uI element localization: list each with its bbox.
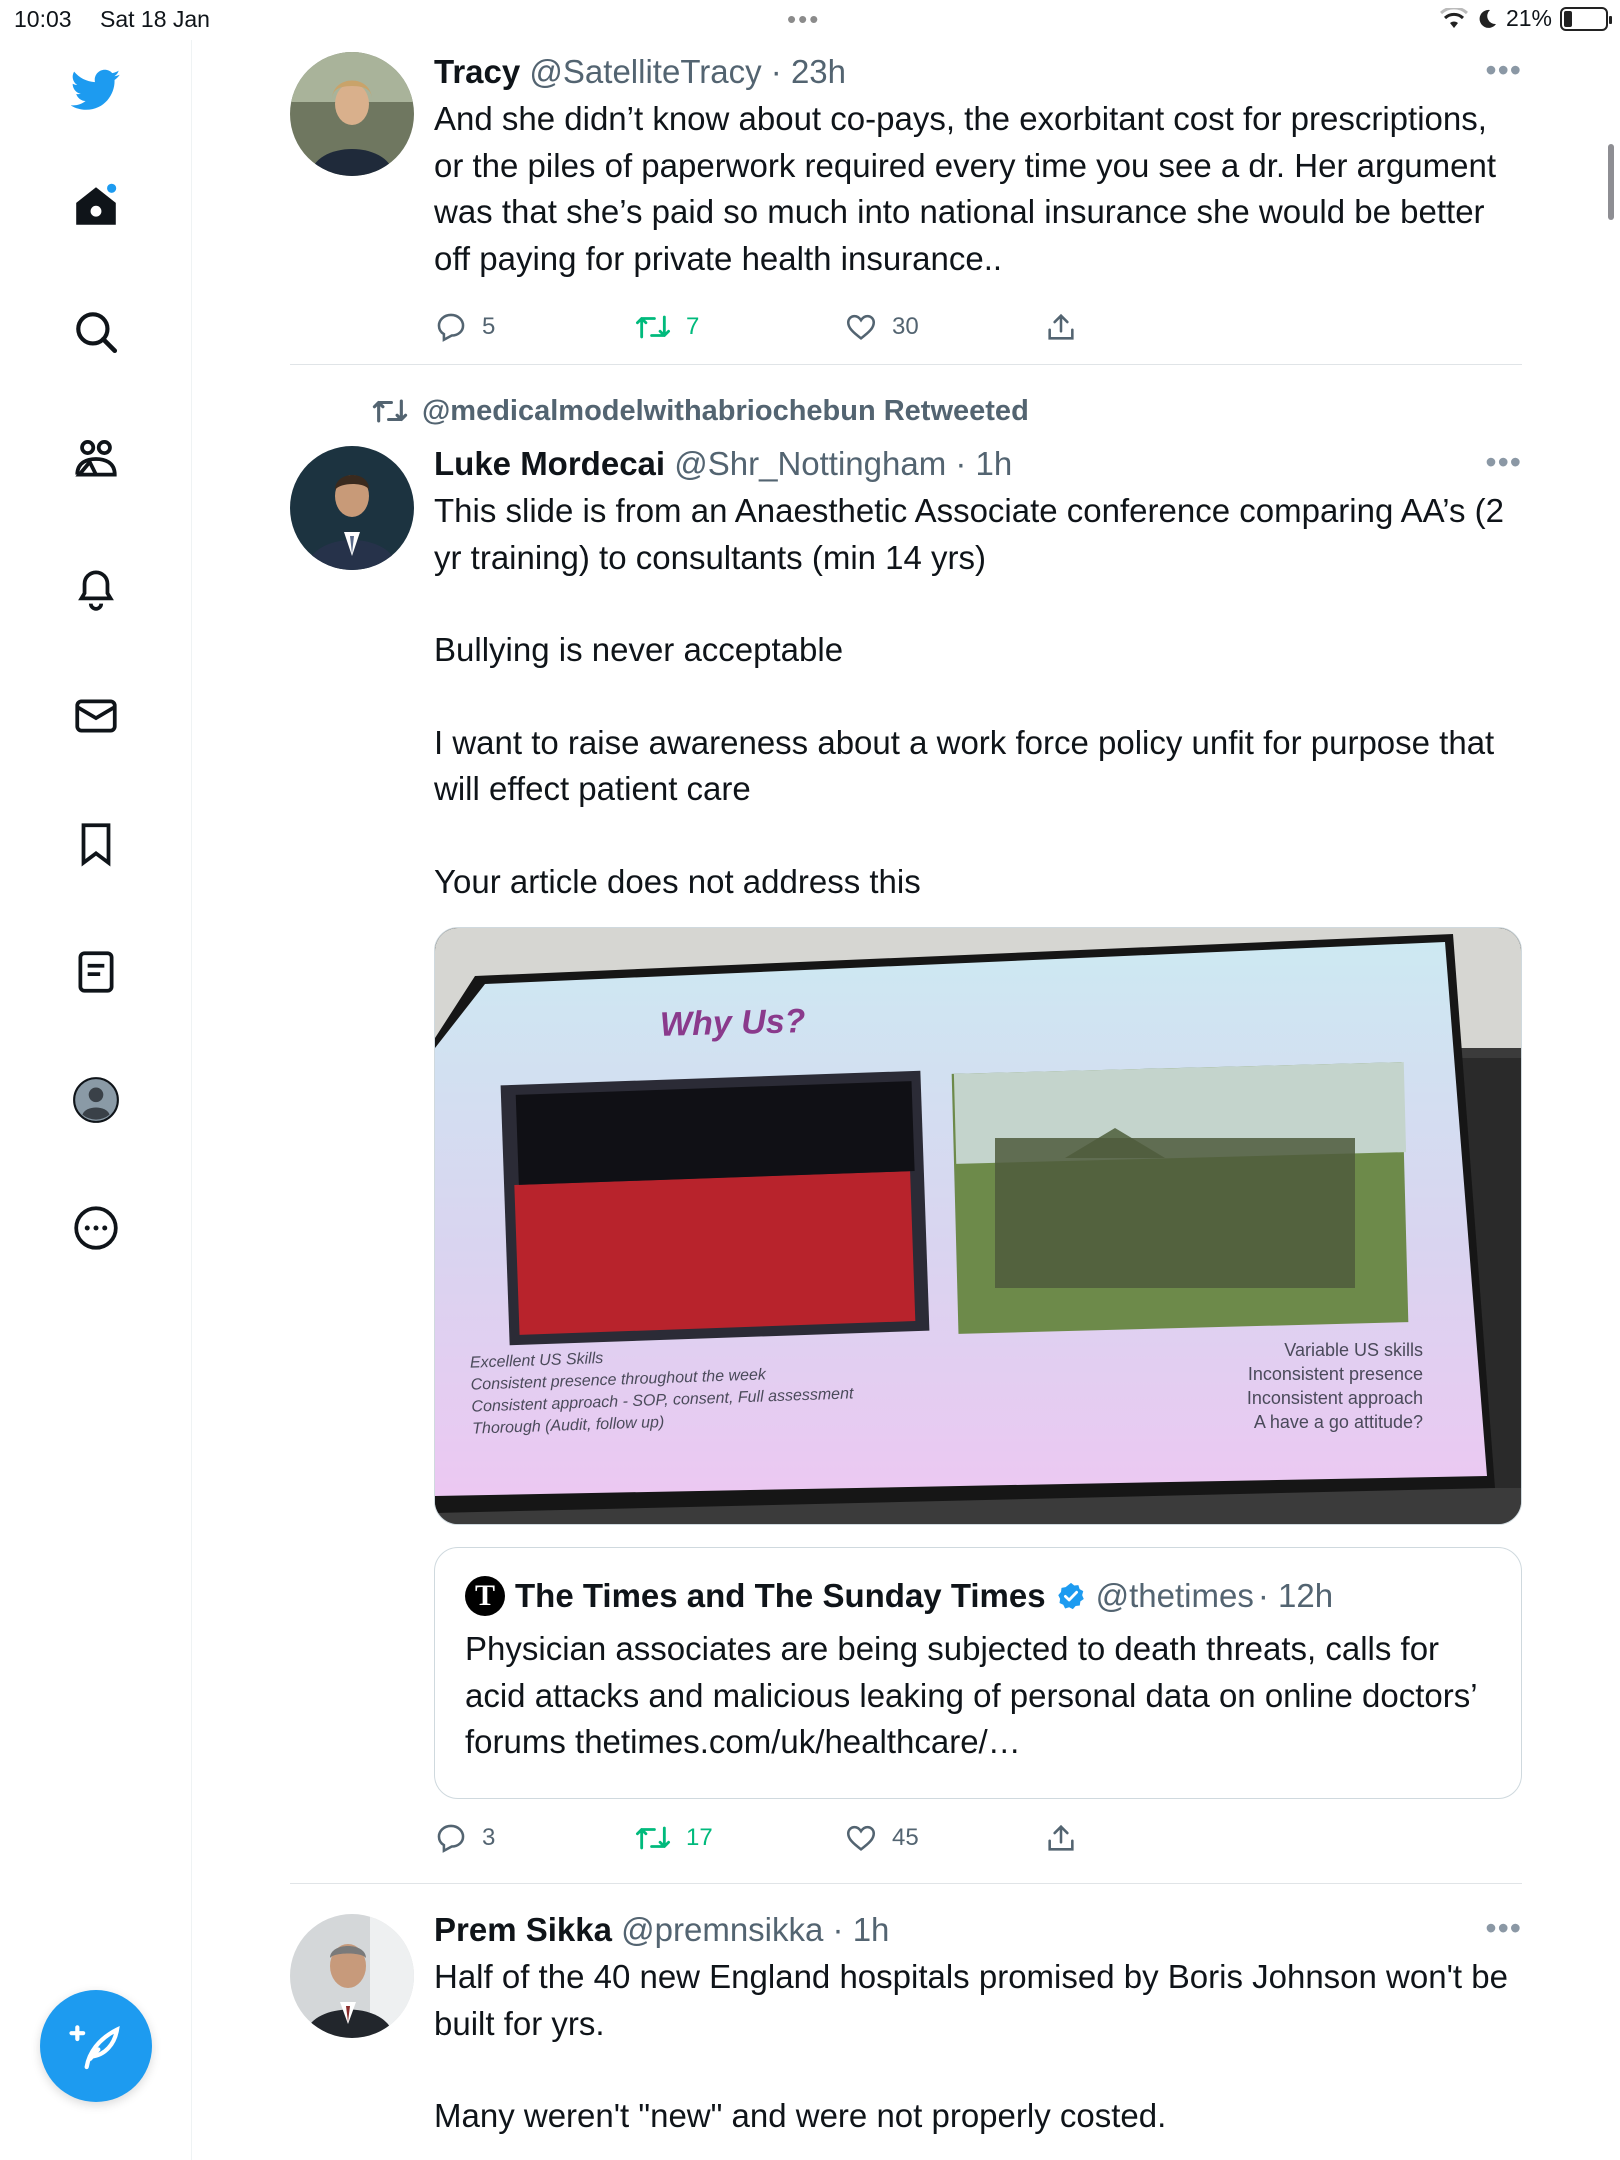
retweeted-by-line[interactable]: @medicalmodelwithabriochebun Retweeted bbox=[370, 394, 1029, 428]
tweet-paragraph: This slide is from an Anaesthetic Associ… bbox=[434, 492, 1504, 576]
communities-icon[interactable] bbox=[68, 432, 124, 488]
slide-caption-line: Inconsistent presence bbox=[1247, 1364, 1423, 1384]
divider bbox=[290, 1883, 1522, 1884]
divider bbox=[290, 364, 1522, 365]
retweet-count: 17 bbox=[686, 1824, 713, 1851]
quoted-author-handle: @thetimes bbox=[1095, 1577, 1254, 1614]
tweet-more-icon[interactable]: ••• bbox=[1485, 1910, 1522, 1947]
reply-button[interactable]: 3 bbox=[434, 1821, 495, 1855]
retweet-icon bbox=[636, 1826, 670, 1850]
tweet-actions: 5 7 30 bbox=[434, 310, 1522, 354]
tweet-paragraph: Bullying is never acceptable bbox=[434, 631, 844, 668]
quoted-tweet[interactable]: T The Times and The Sunday Times @thetim… bbox=[434, 1547, 1522, 1799]
notifications-bell-icon[interactable] bbox=[68, 560, 124, 616]
heart-icon bbox=[846, 1825, 876, 1851]
tweet-text: And she didn’t know about co-pays, the e… bbox=[434, 100, 1497, 277]
status-time: 10:03 bbox=[14, 6, 72, 32]
quoted-tweet-text: Physician associates are being subjected… bbox=[465, 1630, 1477, 1760]
share-icon bbox=[1048, 1824, 1074, 1851]
retweet-button[interactable]: 17 bbox=[634, 1821, 713, 1855]
avatar[interactable] bbox=[290, 52, 414, 176]
like-count: 45 bbox=[892, 1824, 919, 1851]
author-handle[interactable]: @Shr_Nottingham bbox=[674, 445, 946, 482]
profile-avatar-icon[interactable] bbox=[68, 1072, 124, 1128]
share-button[interactable] bbox=[1044, 1821, 1078, 1855]
quoted-tweet-time: · 12h bbox=[1257, 1577, 1334, 1614]
retweet-icon bbox=[636, 315, 670, 339]
like-button[interactable]: 45 bbox=[844, 1821, 919, 1855]
times-logo-icon: T bbox=[465, 1576, 505, 1616]
author-name[interactable]: Prem Sikka bbox=[434, 1911, 612, 1948]
more-options-icon[interactable] bbox=[68, 1200, 124, 1256]
messages-envelope-icon[interactable] bbox=[68, 688, 124, 744]
status-right: 21% bbox=[1439, 5, 1612, 32]
moon-icon bbox=[1479, 9, 1496, 28]
heart-icon bbox=[846, 314, 876, 340]
retweeted-by-text: @medicalmodelwithabriochebun Retweeted bbox=[422, 394, 1029, 427]
reply-count: 3 bbox=[482, 1824, 496, 1851]
lists-icon[interactable] bbox=[68, 944, 124, 1000]
author-name[interactable]: Luke Mordecai bbox=[434, 445, 665, 482]
compose-tweet-button[interactable] bbox=[40, 1990, 152, 2102]
status-date: Sat 18 Jan bbox=[100, 6, 210, 32]
retweet-count: 7 bbox=[686, 313, 700, 340]
author-handle[interactable]: @SatelliteTracy bbox=[529, 53, 761, 90]
battery-icon bbox=[1560, 6, 1612, 31]
share-button[interactable] bbox=[1044, 310, 1078, 344]
slide-left-caption: Excellent US Skills Consistent presence … bbox=[470, 1339, 855, 1440]
reply-count: 5 bbox=[482, 313, 496, 340]
status-bar: 10:03 Sat 18 Jan ••• 21% bbox=[0, 0, 1620, 40]
tweet-header: Prem Sikka @premnsikka · 1h bbox=[434, 1908, 1522, 1952]
tweet-time: · 23h bbox=[770, 53, 846, 90]
bookmarks-icon[interactable] bbox=[68, 816, 124, 872]
tweet-time: · 1h bbox=[832, 1911, 890, 1948]
avatar[interactable] bbox=[290, 446, 414, 570]
retweet-button[interactable]: 7 bbox=[634, 310, 699, 344]
scrollbar[interactable] bbox=[1608, 144, 1614, 220]
author-handle[interactable]: @premnsikka bbox=[621, 1911, 823, 1948]
tweet-paragraph: I want to raise awareness about a work f… bbox=[434, 723, 1495, 808]
tweet-more-icon[interactable]: ••• bbox=[1485, 52, 1522, 89]
author-name[interactable]: Tracy bbox=[434, 53, 520, 90]
wifi-icon bbox=[1439, 7, 1468, 28]
sidebar bbox=[0, 40, 192, 2160]
avatar[interactable] bbox=[290, 1914, 414, 2038]
quoted-author-name: The Times and The Sunday Times bbox=[515, 1577, 1046, 1614]
tweet-text: This slide is from an Anaesthetic Associ… bbox=[434, 488, 1522, 905]
tweet-text: Half of the 40 new England hospitals pro… bbox=[434, 1954, 1522, 2140]
reply-icon bbox=[437, 1824, 465, 1853]
tweet-header: Tracy @SatelliteTracy · 23h bbox=[434, 50, 1522, 94]
tweet-time: · 1h bbox=[955, 445, 1013, 482]
tweet-actions: 3 17 45 bbox=[434, 1821, 1522, 1865]
slide-caption-line: A have a go attitude? bbox=[1253, 1412, 1423, 1432]
multitasking-dots-icon[interactable]: ••• bbox=[787, 4, 820, 35]
tweet-paragraph: Half of the 40 new England hospitals pro… bbox=[434, 1958, 1508, 2042]
tweet-paragraph: Many weren't "new" and were not properly… bbox=[434, 2097, 1167, 2134]
slide-title: Why Us? bbox=[659, 1002, 806, 1044]
tweet-header: Luke Mordecai @Shr_Nottingham · 1h bbox=[434, 442, 1522, 486]
quoted-tweet-header: T The Times and The Sunday Times @thetim… bbox=[465, 1574, 1491, 1618]
home-icon[interactable] bbox=[68, 178, 124, 234]
share-icon bbox=[1048, 313, 1074, 340]
slide-caption-line: Inconsistent approach bbox=[1246, 1388, 1423, 1408]
reply-icon bbox=[437, 313, 465, 342]
twitter-logo-icon[interactable] bbox=[68, 62, 124, 118]
verified-badge-icon bbox=[1057, 1582, 1084, 1610]
tweet-more-icon[interactable]: ••• bbox=[1485, 444, 1522, 481]
like-button[interactable]: 30 bbox=[844, 310, 919, 344]
battery-percent: 21% bbox=[1505, 5, 1552, 31]
like-count: 30 bbox=[892, 313, 919, 340]
search-icon[interactable] bbox=[68, 304, 124, 360]
slide-right-caption: Variable US skills Inconsistent presence… bbox=[1247, 1338, 1423, 1434]
retweet-icon bbox=[372, 399, 408, 423]
tweet-paragraph: Your article does not address this bbox=[434, 862, 921, 900]
compose-feather-icon bbox=[69, 2025, 120, 2070]
reply-button[interactable]: 5 bbox=[434, 310, 495, 344]
tweet-media-image[interactable]: Why Us? Excellent US Skills Consistent p… bbox=[434, 927, 1522, 1525]
slide-caption-line: Variable US skills bbox=[1284, 1340, 1423, 1360]
